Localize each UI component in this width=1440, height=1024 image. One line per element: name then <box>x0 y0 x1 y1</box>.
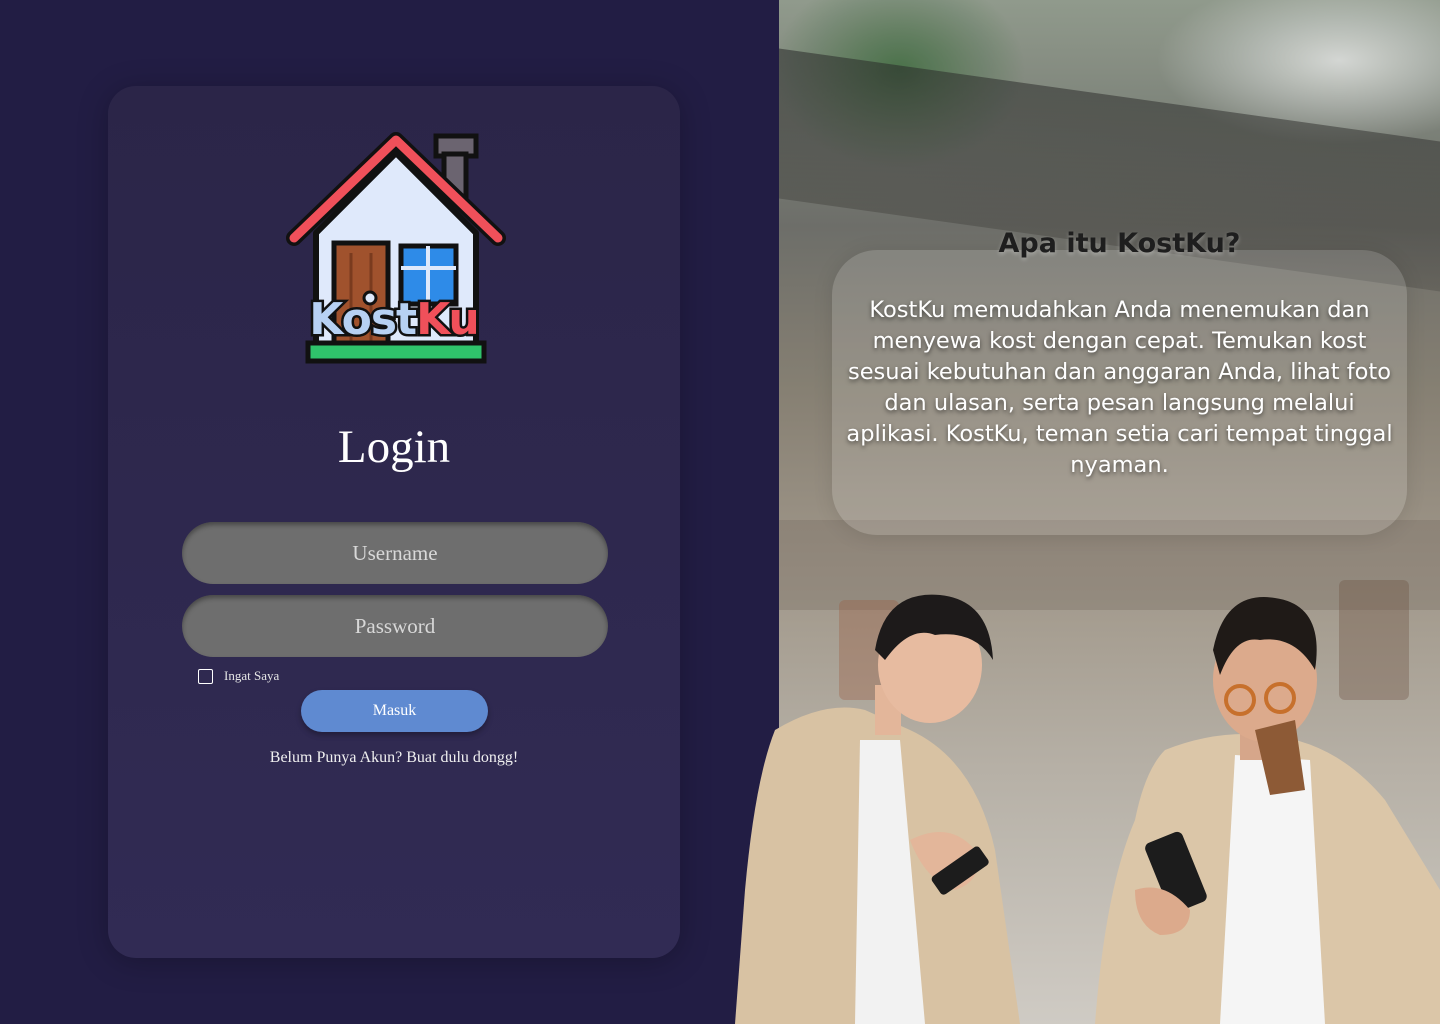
password-input[interactable]: Password <box>182 595 608 657</box>
username-input[interactable]: Username <box>182 522 608 584</box>
kostku-logo: KostKu <box>286 132 506 364</box>
info-heading: Apa itu KostKu? <box>998 228 1241 259</box>
man-figure <box>1095 597 1440 1024</box>
username-placeholder: Username <box>352 540 438 565</box>
woman-figure <box>735 594 1020 1024</box>
info-description: KostKu memudahkan Anda menemukan dan men… <box>846 297 1393 478</box>
login-title: Login <box>337 421 451 473</box>
register-link[interactable]: Belum Punya Akun? Buat dulu dongg! <box>108 749 680 767</box>
svg-text:KostKu: KostKu <box>309 294 478 345</box>
people-illustration <box>735 594 1440 1024</box>
remember-me: Ingat Saya <box>198 668 279 684</box>
remember-label: Ingat Saya <box>224 668 280 683</box>
remember-checkbox[interactable] <box>198 668 213 684</box>
password-placeholder: Password <box>354 613 436 638</box>
login-button[interactable]: Masuk <box>301 690 488 732</box>
